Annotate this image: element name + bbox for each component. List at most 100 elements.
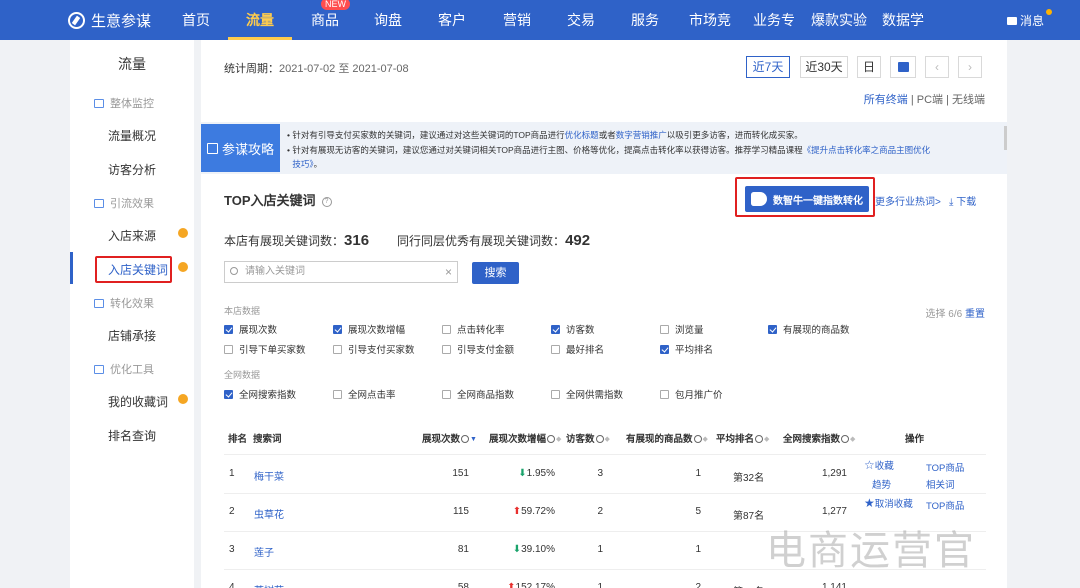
products-cell: 1 — [695, 468, 701, 479]
tip-line-2: • 针对有展现无访客的关键词，建议您通过对关键词相关TOP商品进行主图、价格等优… — [287, 144, 930, 157]
filter-checkbox[interactable]: 引导支付买家数 — [333, 342, 415, 356]
sidebar-badge-dot — [178, 394, 188, 404]
col-avg-rank[interactable]: 平均排名 ◆ — [716, 431, 769, 445]
next-button[interactable]: › — [958, 56, 982, 78]
nav-item-trade[interactable]: 交易 — [567, 0, 595, 40]
nav-item-traffic[interactable]: 流量 — [228, 0, 292, 40]
logo[interactable]: 生意参谋 — [0, 10, 170, 31]
terminal-all[interactable]: 所有终端 — [864, 94, 908, 106]
col-visitors[interactable]: 访客数 ◆ — [566, 431, 610, 445]
tip-link-promotion[interactable]: 数字营销推广 — [616, 130, 667, 140]
filter-checkbox[interactable]: 展现次数增幅 — [333, 322, 405, 336]
favorite-button[interactable]: ☆收藏 — [864, 458, 894, 472]
keyword-link[interactable]: 梅干菜 — [254, 468, 284, 483]
sidebar-item-overview[interactable]: 流量概况 — [108, 127, 156, 144]
search-button[interactable]: 搜索 — [472, 262, 519, 284]
help-icon — [547, 435, 556, 444]
sidebar-group-label: 转化效果 — [110, 298, 154, 310]
nav-item-lab[interactable]: 爆款实验室 — [806, 0, 872, 68]
filter-checkbox[interactable]: 全网商品指数 — [442, 387, 514, 401]
filter-checkbox[interactable]: 平均排名 — [660, 342, 713, 356]
col-label: 展现次数增幅 — [489, 434, 547, 445]
filter-checkbox[interactable]: 引导支付金额 — [442, 342, 514, 356]
range-30d-button[interactable]: 近30天 — [800, 56, 848, 78]
prev-button[interactable]: ‹ — [925, 56, 949, 78]
nav-item-product[interactable]: 商品 NEW — [310, 0, 350, 40]
col-growth[interactable]: 展现次数增幅 ◆ — [489, 431, 561, 445]
filter-checkbox[interactable]: 有展现的商品数 — [768, 322, 850, 336]
reset-link[interactable]: 重置 — [965, 309, 985, 320]
calendar-button[interactable] — [890, 56, 916, 78]
filter-checkbox[interactable]: 浏览量 — [660, 322, 704, 336]
sidebar-item-visitor[interactable]: 访客分析 — [108, 161, 156, 178]
close-icon[interactable]: × — [445, 262, 452, 282]
filter-checkbox[interactable]: 全网点击率 — [333, 387, 396, 401]
more-hot-words-link[interactable]: 更多行业热词> — [875, 193, 941, 208]
filter-checkbox[interactable]: 最好排名 — [551, 342, 604, 356]
unfavorite-button[interactable]: ★取消收藏 — [864, 496, 913, 510]
top-products-link[interactable]: TOP商品 — [926, 460, 964, 474]
tip-link-optimize-title[interactable]: 优化标题 — [565, 130, 599, 140]
help-icon[interactable]: ? — [321, 196, 332, 207]
terminal-wireless[interactable]: 无线端 — [952, 94, 985, 106]
impressions-cell: 151 — [452, 468, 469, 479]
shop-data-label: 本店数据 — [224, 306, 261, 316]
nav-item-marketing[interactable]: 营销 — [503, 0, 531, 40]
search-index-cell: 1,291 — [821, 468, 847, 479]
help-icon — [595, 435, 604, 444]
related-words-link[interactable]: 相关词 — [926, 477, 955, 491]
sidebar-item-ranking[interactable]: 排名查询 — [108, 427, 156, 444]
col-impressions[interactable]: 展现次数 ▼ — [422, 431, 477, 445]
top-products-link[interactable]: TOP商品 — [926, 498, 964, 512]
terminal-pc[interactable]: PC端 — [917, 94, 943, 106]
message-button[interactable]: 消息 — [1006, 12, 1044, 29]
scrollbar[interactable] — [1004, 126, 1007, 150]
sidebar-item-source[interactable]: 入店来源 — [108, 227, 156, 244]
sidebar-item-shop[interactable]: 店铺承接 — [108, 327, 156, 344]
filter-checkbox[interactable]: 引导下单买家数 — [224, 342, 306, 356]
help-icon — [755, 435, 764, 444]
nav-item-customer[interactable]: 客户 — [438, 0, 466, 40]
filter-checkbox-label: 展现次数增幅 — [348, 325, 406, 336]
growth-cell: ⬆59.72% — [475, 506, 555, 517]
select-count: 选择 6/6 — [925, 309, 963, 320]
sort-icon: ▼ — [470, 435, 477, 443]
visitors-cell: 2 — [597, 506, 603, 517]
filter-checkbox[interactable]: 包月推广价 — [660, 387, 723, 401]
row-divider — [224, 493, 986, 494]
nav-item-service[interactable]: 服务 — [631, 0, 659, 40]
filter-checkbox[interactable]: 访客数 — [551, 322, 595, 336]
terminal-separator: | — [910, 94, 914, 106]
checkbox-checked-icon — [224, 324, 233, 334]
range-7d-button[interactable]: 近7天 — [746, 56, 790, 78]
filter-checkbox-label: 访客数 — [566, 325, 595, 336]
tip-link-course[interactable]: 《提升点击转化率之商品主图优化 — [803, 145, 931, 155]
download-link[interactable]: ⤓ 下载 — [949, 193, 976, 208]
col-search-index[interactable]: 全网搜索指数 ◆ — [783, 431, 855, 445]
sidebar-item-favorites[interactable]: 我的收藏词 — [108, 393, 168, 410]
search-input[interactable]: 请输入关键词 × — [224, 261, 458, 283]
filter-checkbox[interactable]: 展现次数 — [224, 322, 277, 336]
nav-item-business[interactable]: 业务专区 — [748, 0, 800, 68]
trend-link[interactable]: 趋势 — [872, 477, 891, 491]
arrow-down-icon: ⬇ — [512, 544, 522, 555]
col-label: 平均排名 — [716, 434, 755, 445]
col-products[interactable]: 有展现的商品数 ◆ — [626, 431, 708, 445]
range-day-button[interactable]: 日 — [857, 56, 881, 78]
nav-item-home[interactable]: 首页 — [180, 0, 212, 40]
nav-item-academy[interactable]: 数据学院 — [876, 0, 930, 68]
filter-checkbox[interactable]: 全网供需指数 — [551, 387, 623, 401]
tip-link-course-cont[interactable]: 技巧》 — [292, 159, 313, 169]
nav-item-inquiry[interactable]: 询盘 — [374, 0, 402, 40]
star-icon: ☆ — [864, 458, 875, 472]
keyword-link[interactable]: 虫草花 — [254, 506, 284, 521]
tip-text: • 针对有引导支付买家数的关键词，建议通过对这些关键词的TOP商品进行 — [287, 130, 565, 140]
sidebar-group-label: 整体监控 — [110, 98, 154, 110]
products-cell: 2 — [695, 582, 701, 588]
filter-checkbox[interactable]: 全网搜索指数 — [224, 387, 296, 401]
filter-checkbox[interactable]: 点击转化率 — [442, 322, 505, 336]
keyword-link[interactable]: 莲子 — [254, 544, 274, 559]
nav-item-market[interactable]: 市场竞争 — [684, 0, 736, 68]
keyword-link[interactable]: 茶树菇 — [254, 582, 284, 588]
impressions-cell: 58 — [457, 582, 469, 588]
